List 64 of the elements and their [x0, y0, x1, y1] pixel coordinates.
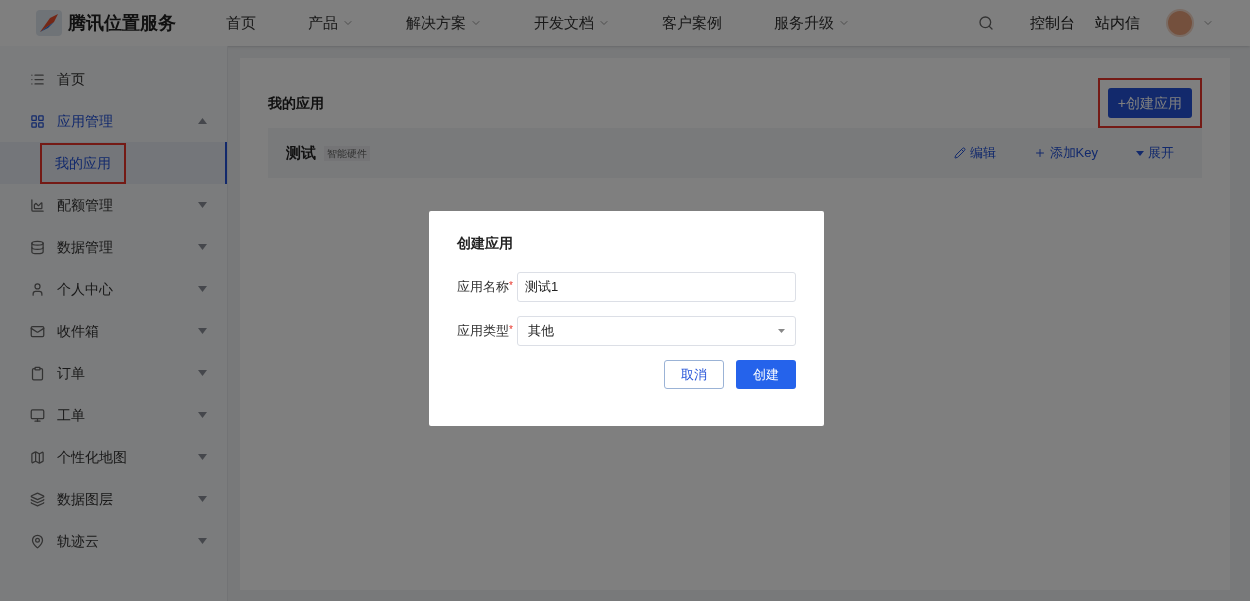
- caret-down-icon: [198, 412, 207, 418]
- caret-down-icon: [198, 454, 207, 460]
- sidebar-subitem[interactable]: 我的应用: [40, 142, 126, 184]
- avatar[interactable]: [1166, 9, 1194, 37]
- cancel-button[interactable]: 取消: [664, 360, 724, 389]
- mail-icon: [30, 323, 45, 339]
- nav-link[interactable]: 首页: [226, 11, 256, 35]
- monitor-icon: [30, 407, 45, 423]
- clipboard-icon: [30, 365, 45, 381]
- create-app-button[interactable]: +创建应用: [1107, 88, 1192, 118]
- nav-link[interactable]: 产品: [308, 11, 354, 35]
- action-link[interactable]: 展开: [1136, 143, 1174, 163]
- caret-down-icon: [198, 538, 207, 544]
- page-title: 我的应用: [268, 93, 324, 113]
- list-icon: [30, 71, 45, 87]
- caret-down-icon: [198, 244, 207, 250]
- caret-down-icon: [198, 328, 207, 334]
- nav-link[interactable]: 解决方案: [406, 11, 482, 35]
- create-button[interactable]: 创建: [736, 360, 796, 389]
- caret-down-icon: [1136, 150, 1144, 156]
- required-mark: *: [509, 279, 514, 291]
- logo-text: 腾讯位置服务: [68, 11, 176, 35]
- action-link[interactable]: 编辑: [953, 143, 996, 163]
- action-link[interactable]: 添加Key: [1033, 143, 1098, 163]
- sidebar-item[interactable]: 工单: [0, 394, 227, 436]
- header-link[interactable]: 控制台: [1030, 11, 1075, 35]
- search-icon[interactable]: [978, 15, 994, 31]
- pencil-icon: [953, 147, 966, 159]
- sidebar-item[interactable]: 个人中心: [0, 268, 227, 310]
- caret-down-icon: [198, 370, 207, 376]
- type-select[interactable]: 其他: [517, 316, 796, 346]
- database-icon: [30, 239, 45, 255]
- nav-link[interactable]: 服务升级: [774, 11, 850, 35]
- user-icon: [30, 281, 45, 297]
- sidebar-item[interactable]: 数据图层: [0, 478, 227, 520]
- caret-down-icon: [778, 329, 785, 333]
- header-link[interactable]: 站内信: [1095, 11, 1140, 35]
- sidebar-item[interactable]: 订单: [0, 352, 227, 394]
- caret-up-icon: [198, 118, 207, 124]
- caret-down-icon: [198, 202, 207, 208]
- dialog-title: 创建应用: [457, 234, 514, 253]
- grid-icon: [30, 113, 45, 129]
- field-label: 应用类型: [457, 322, 509, 341]
- sidebar-item[interactable]: 数据管理: [0, 226, 227, 268]
- caret-down-icon: [198, 496, 207, 502]
- plus-icon: [1033, 147, 1046, 159]
- map-icon: [30, 449, 45, 465]
- name-input[interactable]: 测试1: [517, 272, 796, 302]
- chart-icon: [30, 197, 45, 213]
- sidebar-item[interactable]: 个性化地图: [0, 436, 227, 478]
- sidebar-item[interactable]: 应用管理: [0, 100, 227, 142]
- sidebar-item[interactable]: 首页: [0, 58, 227, 100]
- sidebar-item[interactable]: 收件箱: [0, 310, 227, 352]
- nav-link[interactable]: 客户案例: [662, 11, 722, 35]
- required-mark: *: [509, 323, 514, 335]
- pin-icon: [30, 533, 45, 549]
- layers-icon: [30, 491, 45, 507]
- sidebar-item[interactable]: 轨迹云: [0, 520, 227, 562]
- nav-link[interactable]: 开发文档: [534, 11, 610, 35]
- field-label: 应用名称: [457, 278, 509, 297]
- app-name: 测试: [286, 142, 316, 163]
- logo-icon: [36, 10, 62, 36]
- caret-down-icon: [198, 286, 207, 292]
- sidebar-item[interactable]: 配额管理: [0, 184, 227, 226]
